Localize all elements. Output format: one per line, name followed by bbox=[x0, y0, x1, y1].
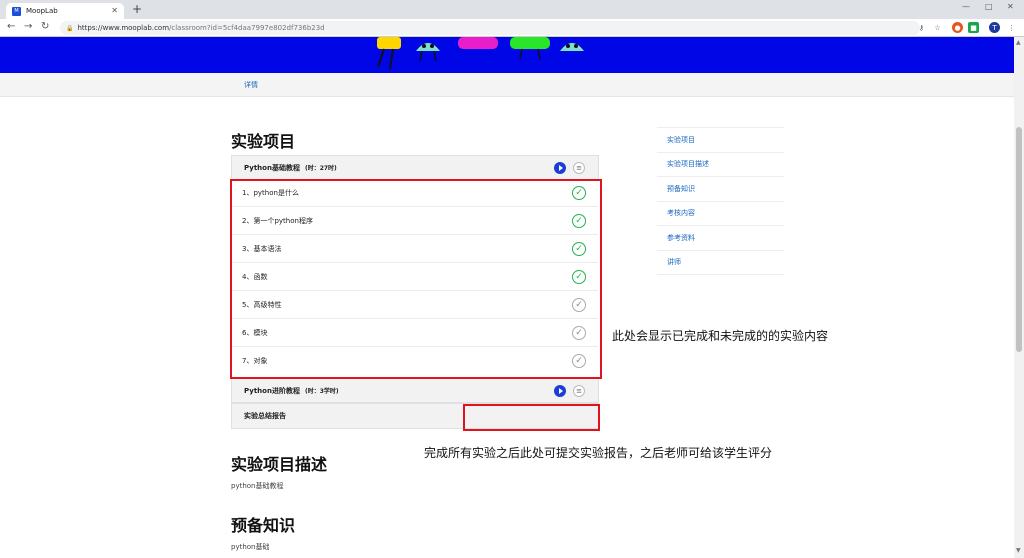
maximize-icon[interactable]: □ bbox=[985, 2, 993, 11]
page-scrollbar[interactable]: ▲ ▼ bbox=[1014, 37, 1024, 558]
play-icon[interactable] bbox=[554, 385, 566, 397]
forward-icon[interactable]: → bbox=[24, 21, 32, 32]
prereq-title: 预备知识 bbox=[231, 516, 296, 535]
tab-title: MoopLab bbox=[26, 7, 58, 15]
reload-icon[interactable]: ↻ bbox=[41, 21, 49, 32]
report-label: 实验总结报告 bbox=[244, 412, 286, 420]
prereq-text: python基础 bbox=[231, 543, 270, 551]
lock-icon: 🔒 bbox=[66, 24, 74, 32]
sidenav-item-references[interactable]: 参考资料 bbox=[657, 226, 784, 251]
sidenav-item-assessment[interactable]: 考核内容 bbox=[657, 202, 784, 226]
extension-red-icon[interactable]: ● bbox=[952, 22, 963, 33]
key-icon[interactable]: ⚷ bbox=[916, 22, 927, 33]
course-header[interactable]: Python基础教程 (时：27时) ≡ bbox=[232, 156, 598, 180]
sidenav-item-projects[interactable]: 实验项目 bbox=[657, 128, 784, 153]
course-name: Python进阶教程 bbox=[244, 386, 300, 395]
scroll-down-icon[interactable]: ▼ bbox=[1016, 547, 1021, 554]
menu-icon[interactable]: ≡ bbox=[573, 162, 585, 174]
course-banner bbox=[0, 37, 1014, 73]
progress-annotation: 此处会显示已完成和未完成的的实验内容 bbox=[612, 329, 829, 343]
mooplab-favicon-icon: M bbox=[12, 6, 21, 16]
menu-icon[interactable]: ≡ bbox=[573, 385, 585, 397]
description-title: 实验项目描述 bbox=[231, 455, 328, 474]
scroll-thumb[interactable] bbox=[1016, 127, 1022, 352]
sidenav-item-prereq[interactable]: 预备知识 bbox=[657, 177, 784, 202]
browser-tabbar: M MoopLab ✕ + — □ ✕ bbox=[0, 0, 1024, 19]
projects-title: 实验项目 bbox=[231, 132, 296, 151]
bookmark-star-icon[interactable]: ☆ bbox=[932, 22, 943, 33]
course-hours: (时：3学时) bbox=[304, 388, 339, 395]
report-annotation: 完成所有实验之后此处可提交实验报告，之后老师可给该学生评分 bbox=[424, 446, 773, 460]
minimize-icon[interactable]: — bbox=[962, 2, 970, 11]
lessons-highlight-box bbox=[230, 179, 602, 379]
url-path: /classroom?id=5cf4daa7997e802df736b23d bbox=[169, 24, 325, 32]
section-sidenav: 实验项目 实验项目描述 预备知识 考核内容 参考资料 讲师 bbox=[657, 127, 784, 275]
close-window-icon[interactable]: ✕ bbox=[1007, 2, 1014, 11]
back-icon[interactable]: ← bbox=[7, 21, 15, 32]
play-icon[interactable] bbox=[554, 162, 566, 174]
url-host: https://www.mooplab.com bbox=[77, 24, 170, 32]
sidenav-item-instructor[interactable]: 讲师 bbox=[657, 251, 784, 275]
banner-illustration bbox=[377, 37, 584, 70]
address-bar[interactable]: 🔒 https://www.mooplab.com /classroom?id=… bbox=[60, 21, 920, 35]
description-text: python基础教程 bbox=[231, 482, 284, 490]
report-highlight-box bbox=[463, 404, 600, 431]
course-name: Python基础教程 bbox=[244, 163, 300, 172]
browser-tab[interactable]: M MoopLab ✕ bbox=[6, 3, 124, 19]
course-hours: (时：27时) bbox=[304, 165, 337, 172]
browser-menu-icon[interactable]: ⋮ bbox=[1006, 22, 1017, 33]
close-tab-icon[interactable]: ✕ bbox=[111, 6, 118, 15]
detail-link[interactable]: 详情 bbox=[244, 80, 258, 90]
profile-avatar[interactable]: T bbox=[989, 22, 1000, 33]
course-card-advanced: Python进阶教程 (时：3学时) ≡ bbox=[231, 378, 599, 403]
new-tab-icon[interactable]: + bbox=[132, 2, 142, 16]
extension-green-icon[interactable]: ■ bbox=[968, 22, 979, 33]
browser-toolbar: ← → ↻ 🔒 https://www.mooplab.com /classro… bbox=[0, 19, 1024, 37]
scroll-up-icon[interactable]: ▲ bbox=[1016, 39, 1021, 46]
course-header[interactable]: Python进阶教程 (时：3学时) ≡ bbox=[232, 379, 598, 403]
course-card-basic: Python基础教程 (时：27时) ≡ bbox=[231, 155, 599, 180]
sub-navigation: 详情 bbox=[0, 73, 1014, 97]
sidenav-item-description[interactable]: 实验项目描述 bbox=[657, 153, 784, 177]
